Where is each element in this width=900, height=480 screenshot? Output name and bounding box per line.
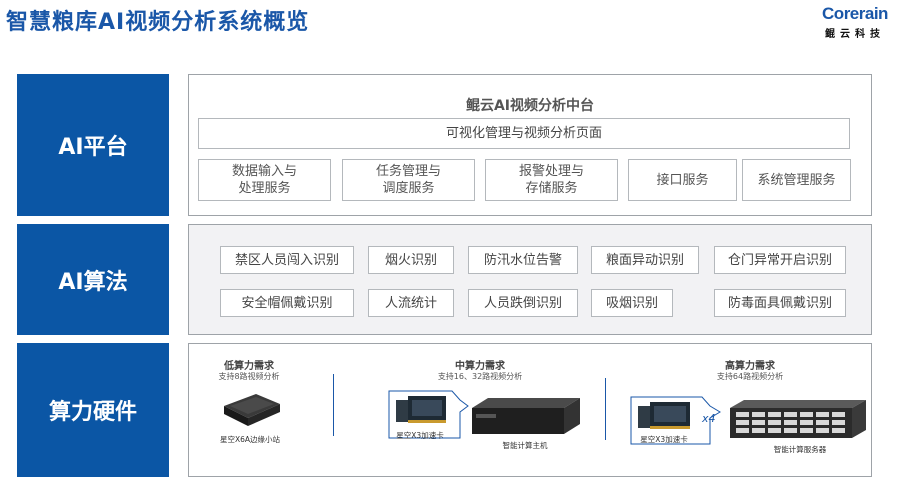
platform-module: 系统管理服务 (742, 159, 851, 201)
platform-module: 数据输入与 处理服务 (198, 159, 331, 201)
hw-high-caption: 智能计算服务器 (773, 445, 827, 454)
hw-high-head: 高算力需求 (725, 361, 775, 372)
logo-brand-cn: 鲲云科技 (825, 29, 885, 40)
platform-top-bar: 可视化管理与视频分析页面 (198, 118, 850, 149)
hw-high-card-caption: 星空X3加速卡 (640, 435, 688, 444)
algorithm-panel (188, 224, 872, 335)
hw-mid-head: 中算力需求 (455, 361, 505, 372)
platform-center-title: 鲲云AI视频分析中台 (465, 98, 595, 114)
hw-mid-sub: 支持16、32路视频分析 (437, 372, 523, 381)
algorithm-item: 烟火识别 (368, 246, 454, 274)
hw-mid-card-caption: 星空X3加速卡 (396, 431, 444, 440)
computing-server-image (730, 400, 866, 438)
edge-station-image (224, 394, 280, 426)
row-label-hardware: 算力硬件 (17, 343, 169, 477)
hw-low-head: 低算力需求 (224, 361, 274, 372)
algorithm-item: 防毒面具佩戴识别 (714, 289, 846, 317)
algorithm-item: 防汛水位告警 (468, 246, 578, 274)
algorithm-item: 禁区人员闯入识别 (220, 246, 354, 274)
algorithm-item: 人员跌倒识别 (468, 289, 578, 317)
corerain-logo: Corerain 鲲云科技 (820, 4, 890, 40)
platform-module: 接口服务 (628, 159, 737, 201)
algorithm-item: 仓门异常开启识别 (714, 246, 846, 274)
divider-2 (605, 378, 606, 440)
algorithm-item: 安全帽佩戴识别 (220, 289, 354, 317)
platform-module: 任务管理与 调度服务 (342, 159, 475, 201)
page-title: 智慧粮库AI视频分析系统概览 (6, 10, 310, 35)
row-label-platform: AI平台 (17, 74, 169, 216)
algorithm-item: 粮面异动识别 (591, 246, 699, 274)
row-label-algorithm: AI算法 (17, 224, 169, 335)
hw-low-caption: 星空X6A边缘小站 (219, 435, 281, 444)
algorithm-item: 人流统计 (368, 289, 454, 317)
card-multiplier: x4 (702, 412, 716, 425)
algorithm-item: 吸烟识别 (591, 289, 673, 317)
computing-host-image (472, 398, 580, 434)
hw-mid-caption: 智能计算主机 (502, 441, 548, 450)
hw-low-sub: 支持8路视频分析 (218, 372, 280, 381)
divider-1 (333, 374, 334, 436)
hw-high-sub: 支持64路视频分析 (716, 372, 784, 381)
platform-module: 报警处理与 存储服务 (485, 159, 618, 201)
logo-brand: Corerain (822, 4, 888, 23)
